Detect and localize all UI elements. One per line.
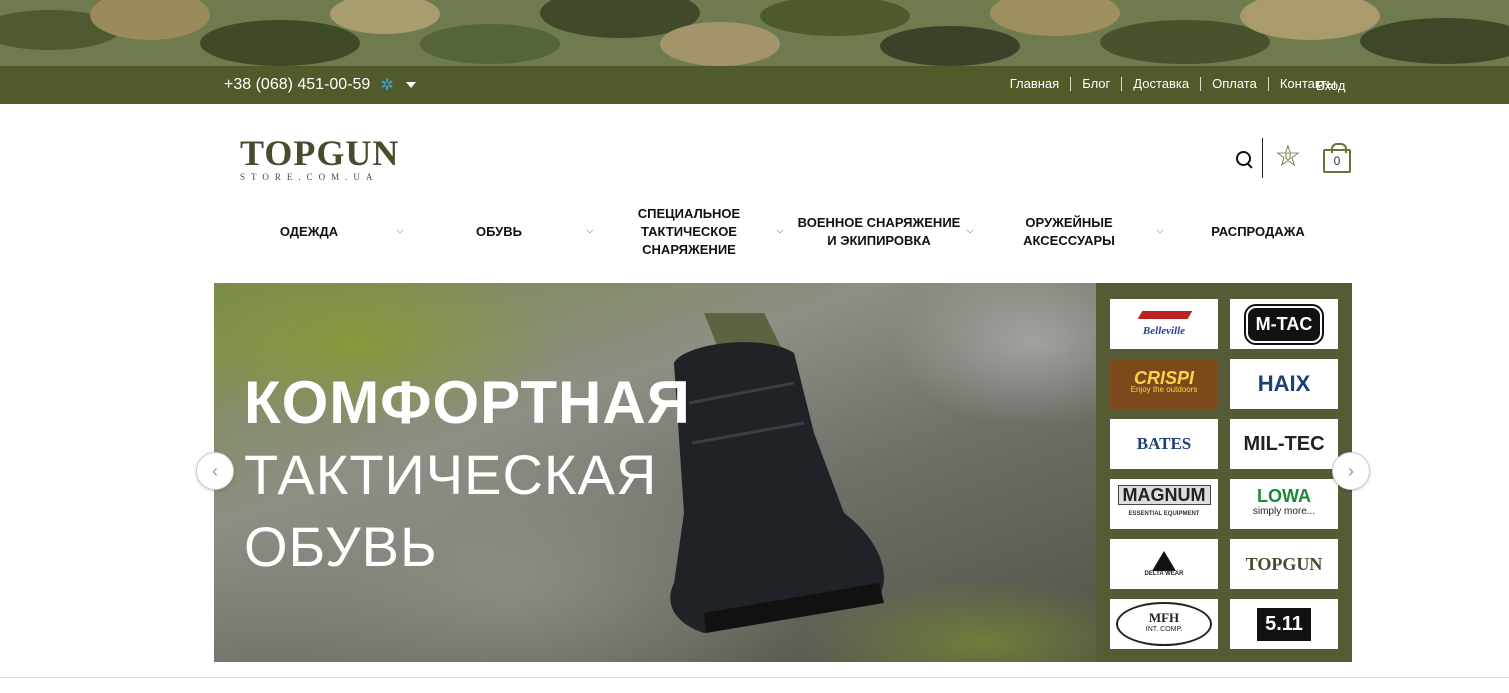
hero-line-2: ТАКТИЧЕСКАЯ: [244, 443, 658, 506]
chevron-down-icon: [396, 226, 404, 234]
camo-banner: [0, 0, 1509, 66]
caret-down-icon[interactable]: [405, 82, 416, 88]
flag-mark: [1137, 311, 1193, 319]
nav-item-label: СПЕЦИАЛЬНОЕ ТАКТИЧЕСКОЕ СНАРЯЖЕНИЕ: [637, 206, 741, 257]
brand-lowa[interactable]: LOWA simply more...: [1230, 479, 1338, 529]
brand-bates[interactable]: BATES: [1110, 419, 1218, 469]
cart-count: 0: [1333, 154, 1341, 168]
hero-line-3: ОБУВЬ: [244, 515, 438, 578]
brand-deltawear[interactable]: DELTA WEAR: [1110, 539, 1218, 589]
brand-mtac[interactable]: M-TAC: [1230, 299, 1338, 349]
nav-item-footwear[interactable]: ОБУВЬ: [404, 200, 594, 264]
brand-mfh[interactable]: MFH INT. COMP.: [1110, 599, 1218, 649]
brand-topgun[interactable]: TOPGUN: [1230, 539, 1338, 589]
star-icon: ✲: [380, 77, 394, 94]
link-home[interactable]: Главная: [999, 77, 1070, 91]
nav-item-label: ВОЕННОЕ СНАРЯЖЕНИЕ И ЭКИПИРОВКА: [797, 215, 961, 248]
divider: [0, 677, 1509, 678]
nav-item-weapon-accessories[interactable]: ОРУЖЕЙНЫЕ АКСЕССУАРЫ: [974, 200, 1164, 264]
chevron-down-icon: [966, 226, 974, 234]
hero-line-1: КОМФОРТНАЯ: [244, 369, 691, 436]
nav-item-label: ОДЕЖДА: [279, 224, 339, 239]
logo-sub-text: STORE.COM.UA: [240, 172, 379, 182]
nav-item-military-gear[interactable]: ВОЕННОЕ СНАРЯЖЕНИЕ И ЭКИПИРОВКА: [784, 200, 974, 264]
hero-image: КОМФОРТНАЯ ТАКТИЧЕСКАЯ ОБУВЬ: [214, 283, 1096, 662]
phone-dropdown[interactable]: +38 (068) 451-00-59 ✲: [224, 75, 416, 95]
login-link[interactable]: Вход: [1316, 78, 1345, 93]
nav-item-label: ОБУВЬ: [476, 224, 522, 239]
favorites-count: 0: [1284, 151, 1292, 163]
main-nav: ОДЕЖДА ОБУВЬ СПЕЦИАЛЬНОЕ ТАКТИЧЕСКОЕ СНА…: [214, 200, 1352, 264]
favorites-star-icon[interactable]: ☆ 0: [1273, 142, 1303, 173]
chevron-down-icon: [586, 226, 594, 234]
site-logo[interactable]: TOPGUN STORE.COM.UA: [240, 133, 430, 186]
top-links: Главная Блог Доставка Оплата Контакты: [999, 77, 1347, 91]
brand-magnum[interactable]: MAGNUM ESSENTIAL EQUIPMENT: [1110, 479, 1218, 529]
search-icon[interactable]: [1234, 149, 1256, 171]
phone-number[interactable]: +38 (068) 451-00-59: [224, 76, 370, 94]
link-payment[interactable]: Оплата: [1200, 77, 1268, 91]
hero-slider[interactable]: КОМФОРТНАЯ ТАКТИЧЕСКАЯ ОБУВЬ Belleville …: [214, 283, 1352, 662]
link-blog[interactable]: Блог: [1070, 77, 1121, 91]
triangle-logo-icon: [1152, 551, 1176, 571]
nav-item-label: РАСПРОДАЖА: [1211, 224, 1305, 239]
top-bar: +38 (068) 451-00-59 ✲ Главная Блог Доста…: [0, 66, 1509, 104]
cart-icon[interactable]: 0: [1323, 143, 1351, 173]
brand-miltec[interactable]: MIL-TEC: [1230, 419, 1338, 469]
nav-item-clothing[interactable]: ОДЕЖДА: [214, 200, 404, 264]
link-delivery[interactable]: Доставка: [1121, 77, 1200, 91]
brand-511[interactable]: 5.11: [1230, 599, 1338, 649]
logo-main-text: TOPGUN: [240, 133, 400, 173]
slider-prev-button[interactable]: ‹: [196, 452, 234, 490]
chevron-left-icon: ‹: [212, 460, 218, 481]
slider-next-button[interactable]: ›: [1332, 452, 1370, 490]
nav-item-special-tactical[interactable]: СПЕЦИАЛЬНОЕ ТАКТИЧЕСКОЕ СНАРЯЖЕНИЕ: [594, 200, 784, 264]
chevron-down-icon: [776, 226, 784, 234]
nav-item-sale[interactable]: РАСПРОДАЖА: [1164, 200, 1352, 264]
header-icons: ☆ 0 0: [1234, 138, 1351, 178]
nav-item-label: ОРУЖЕЙНЫЕ АКСЕССУАРЫ: [1023, 215, 1115, 248]
brand-belleville[interactable]: Belleville: [1110, 299, 1218, 349]
chevron-down-icon: [1156, 226, 1164, 234]
brand-crispi[interactable]: CRISPI Enjoy the outdoors: [1110, 359, 1218, 409]
hero-headline: КОМФОРТНАЯ ТАКТИЧЕСКАЯ ОБУВЬ: [244, 367, 691, 583]
icon-divider: [1262, 138, 1263, 178]
chevron-right-icon: ›: [1348, 460, 1354, 481]
brand-haix[interactable]: HAIX: [1230, 359, 1338, 409]
brand-grid: Belleville M-TAC CRISPI Enjoy the outdoo…: [1096, 283, 1352, 662]
